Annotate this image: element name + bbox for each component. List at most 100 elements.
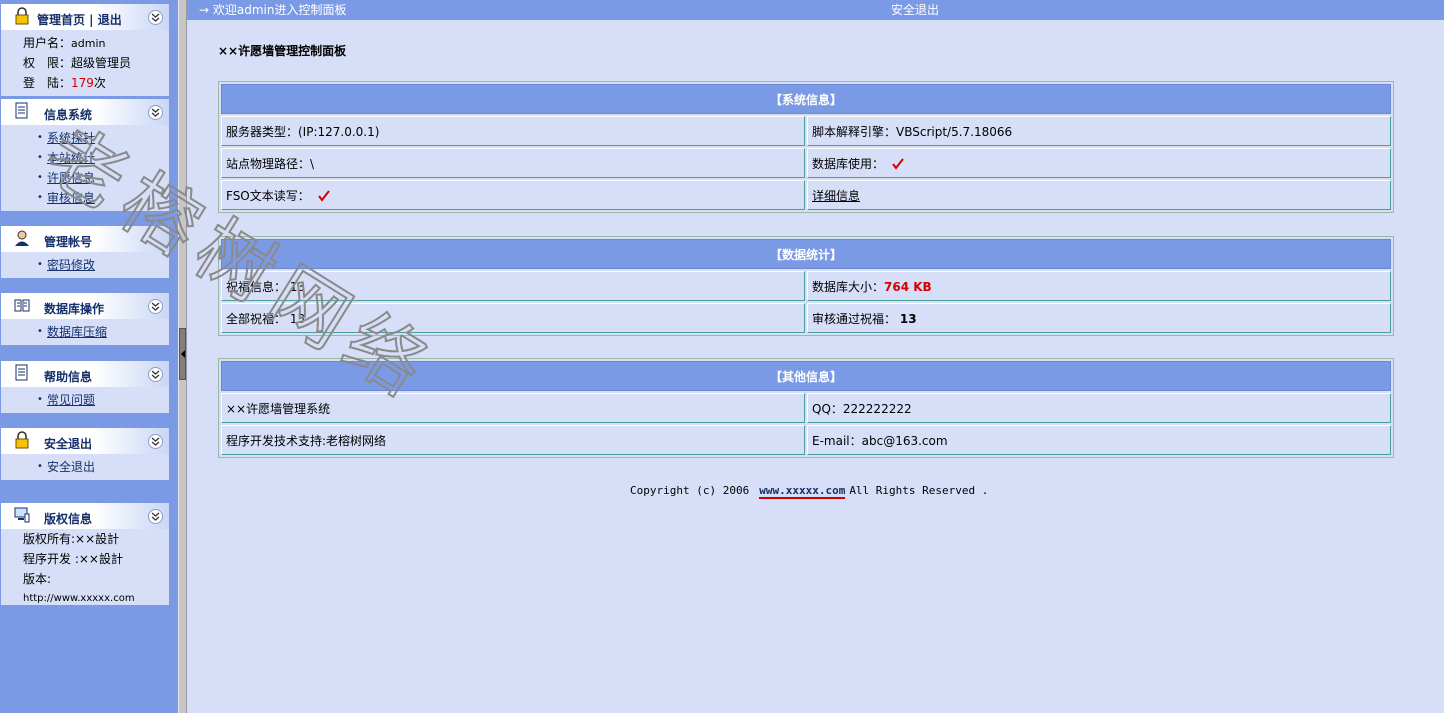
- footer-site-link[interactable]: www.xxxxx.com: [759, 484, 846, 499]
- chevron-down-icon[interactable]: [148, 299, 163, 314]
- panel-account-header[interactable]: 管理帐号: [1, 226, 169, 252]
- footer-rights: All Rights Reserved .: [849, 484, 989, 497]
- script-engine-cell: 脚本解释引擎：VBScript/5.7.18066: [807, 116, 1391, 146]
- faq-link[interactable]: 常见问题: [47, 393, 95, 407]
- copyright-version: 版本:: [23, 572, 52, 586]
- info-links: 系统探针 本站统计 许愿信息 审核信息: [1, 125, 169, 211]
- panel-home: 管理首页 | 退出 用户名：admin 权 限：超级管理员 登 陆：179次: [1, 4, 169, 96]
- table-row: ××许愿墙管理系统 QQ：222222222: [221, 393, 1391, 423]
- compress-link[interactable]: 数据库压缩: [47, 325, 107, 339]
- sidebar: 管理首页 | 退出 用户名：admin 权 限：超级管理员 登 陆：179次 信…: [0, 0, 178, 713]
- other-info-table: 【其他信息】 ××许愿墙管理系统 QQ：222222222 程序开发技术支持:老…: [218, 358, 1394, 458]
- panel-home-title[interactable]: 管理首页 | 退出: [37, 11, 122, 28]
- sidebar-item-probe[interactable]: 系统探针: [1, 128, 169, 148]
- sidebar-item-password[interactable]: 密码修改: [1, 255, 169, 275]
- panel-database-header[interactable]: 数据库操作: [1, 293, 169, 319]
- username-value: admin: [71, 37, 106, 50]
- system-name-cell: ××许愿墙管理系统: [221, 393, 805, 423]
- probe-link[interactable]: 系统探针: [47, 131, 95, 145]
- details-link[interactable]: 详细信息: [812, 189, 860, 203]
- password-link[interactable]: 密码修改: [47, 258, 95, 272]
- logout-link[interactable]: 安全退出: [47, 460, 95, 474]
- book-icon: [14, 299, 30, 312]
- copyright-url: http://www.xxxxx.com: [23, 593, 135, 604]
- sidebar-item-logout[interactable]: 安全退出: [1, 457, 169, 477]
- panel-logout-title[interactable]: 安全退出: [44, 435, 92, 452]
- chevron-down-icon[interactable]: [148, 367, 163, 382]
- panel-info-title[interactable]: 信息系统: [44, 106, 92, 123]
- panel-logout: 安全退出 安全退出: [1, 428, 169, 480]
- table-row: FSO文本读写： 详细信息: [221, 180, 1391, 210]
- panel-home-header[interactable]: 管理首页 | 退出: [1, 4, 169, 30]
- panel-database-title[interactable]: 数据库操作: [44, 300, 104, 317]
- lock-icon: [15, 7, 29, 25]
- role-row: 权 限：超级管理员: [1, 53, 169, 73]
- panel-account-title[interactable]: 管理帐号: [44, 233, 92, 250]
- login-suffix: 次: [93, 76, 106, 90]
- logout-links: 安全退出: [1, 454, 169, 480]
- wish-count-label: 祝福信息：: [226, 279, 287, 294]
- wish-count-cell: 祝福信息： 13: [221, 271, 805, 301]
- wishes-link[interactable]: 许愿信息: [47, 171, 95, 185]
- arrow-left-icon: [181, 350, 185, 358]
- footer: Copyright (c) 2006 www.xxxxx.com All Right…: [630, 484, 989, 499]
- wish-count-value: 13: [289, 279, 306, 294]
- sidebar-item-wishes[interactable]: 许愿信息: [1, 168, 169, 188]
- lock-icon: [15, 431, 29, 449]
- top-logout-link[interactable]: 安全退出: [891, 1, 939, 19]
- db-size-value: 764 KB: [884, 279, 932, 294]
- chevron-down-icon[interactable]: [148, 105, 163, 120]
- panel-logout-header[interactable]: 安全退出: [1, 428, 169, 454]
- login-row: 登 陆：179次: [1, 73, 169, 93]
- sidebar-item-review[interactable]: 审核信息: [1, 188, 169, 208]
- frame-divider[interactable]: [178, 0, 187, 713]
- user-icon: [15, 230, 29, 246]
- details-cell: 详细信息: [807, 180, 1391, 210]
- panel-help-title[interactable]: 帮助信息: [44, 368, 92, 385]
- welcome-label: 欢迎admin进入控制面板: [212, 3, 347, 17]
- db-size-label: 数据库大小：: [812, 279, 885, 294]
- db-size-cell: 数据库大小：764 KB: [807, 271, 1391, 301]
- copyright-info: 版权所有:××設計 程序开发 :××設計 版本: http://www.xxxx…: [1, 529, 169, 605]
- table-row: 全部祝福： 13 审核通过祝福： 13: [221, 303, 1391, 333]
- panel-help: 帮助信息 常见问题: [1, 361, 169, 413]
- username-row: 用户名：admin: [1, 33, 169, 53]
- panel-copyright: 版权信息 版权所有:××設計 程序开发 :××設計 版本: http://www…: [1, 503, 169, 605]
- approved-cell: 审核通过祝福： 13: [807, 303, 1391, 333]
- database-links: 数据库压缩: [1, 319, 169, 345]
- chevron-down-icon[interactable]: [148, 509, 163, 524]
- db-usage-label: 数据库使用：: [812, 156, 885, 171]
- all-wishes-value: 13: [289, 311, 306, 326]
- collapse-sidebar-handle[interactable]: [179, 328, 186, 380]
- review-link[interactable]: 审核信息: [47, 191, 95, 205]
- login-count: 179: [71, 76, 94, 90]
- login-label: 登 陆：: [23, 76, 72, 90]
- copyright-dev: 程序开发 :××設計: [23, 552, 123, 566]
- panel-copyright-title[interactable]: 版权信息: [44, 510, 92, 527]
- stats-link[interactable]: 本站统计: [47, 151, 95, 165]
- chevron-down-icon[interactable]: [148, 434, 163, 449]
- approved-value: 13: [899, 311, 917, 326]
- sidebar-item-faq[interactable]: 常见问题: [1, 390, 169, 410]
- sidebar-item-stats[interactable]: 本站统计: [1, 148, 169, 168]
- document-icon: [15, 364, 28, 381]
- other-info-header: 【其他信息】: [221, 361, 1391, 391]
- qq-cell: QQ：222222222: [807, 393, 1391, 423]
- top-bar: → 欢迎admin进入控制面板 安全退出: [187, 0, 1444, 20]
- panel-info-header[interactable]: 信息系统: [1, 99, 169, 125]
- panel-copyright-header[interactable]: 版权信息: [1, 503, 169, 529]
- page-title: ××许愿墙管理控制面板: [218, 44, 347, 58]
- document-icon: [15, 102, 28, 119]
- fso-cell: FSO文本读写：: [221, 180, 805, 210]
- system-info-table: 【系统信息】 服务器类型：(IP:127.0.0.1) 脚本解释引擎：VBScr…: [218, 81, 1394, 213]
- help-links: 常见问题: [1, 387, 169, 413]
- chevron-down-icon[interactable]: [148, 10, 163, 25]
- panel-database: 数据库操作 数据库压缩: [1, 293, 169, 345]
- sidebar-item-compress[interactable]: 数据库压缩: [1, 322, 169, 342]
- username-label: 用户名：: [23, 36, 72, 50]
- computer-icon: [14, 507, 30, 523]
- arrow-right-icon: →: [199, 3, 210, 17]
- panel-account: 管理帐号 密码修改: [1, 226, 169, 278]
- panel-help-header[interactable]: 帮助信息: [1, 361, 169, 387]
- welcome-text: → 欢迎admin进入控制面板: [199, 1, 347, 19]
